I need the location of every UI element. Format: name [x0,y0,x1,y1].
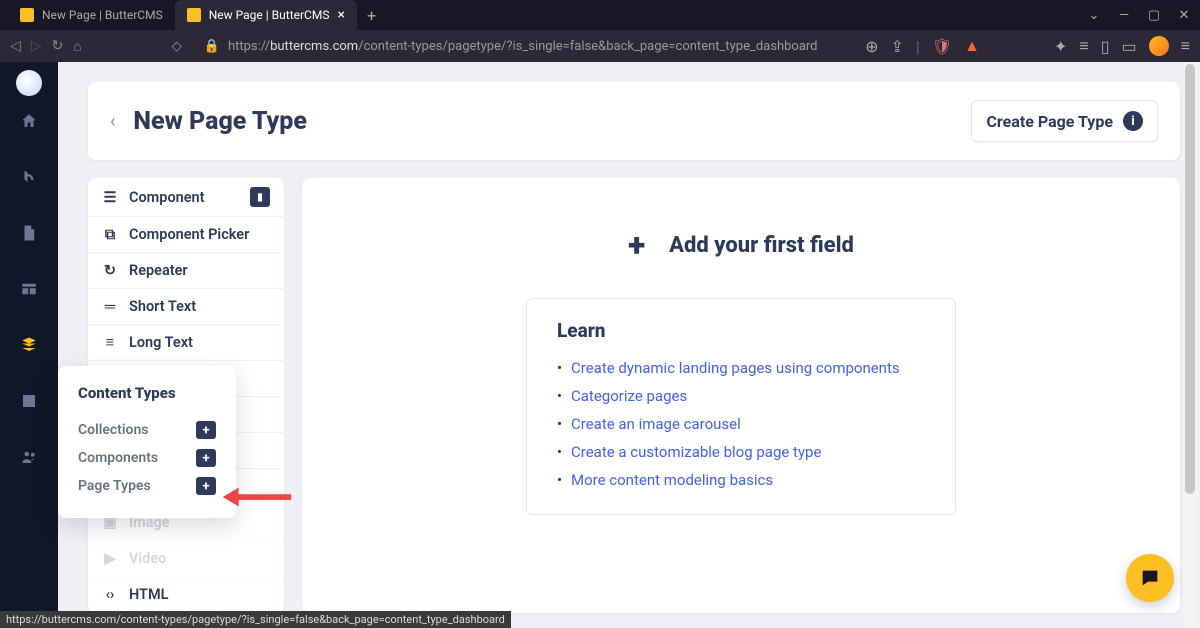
add-first-field[interactable]: + Add your first field [628,226,854,264]
reload-icon[interactable]: ↻ [52,38,64,54]
chevron-down-icon[interactable]: ⌄ [1086,8,1102,23]
extensions-icon[interactable]: ✦ [1054,37,1067,56]
back-icon[interactable]: ◁ [10,38,21,54]
info-icon: i [1123,111,1143,131]
page-title: New Page Type [133,107,307,136]
add-page-type-button[interactable]: + [196,477,216,495]
content-types-popover: Content Types Collections + Components +… [58,366,236,518]
close-window-icon[interactable]: ✕ [1176,8,1192,23]
home-icon[interactable]: ⌂ [73,38,81,55]
chat-widget[interactable] [1126,554,1174,602]
scrollbar-thumb[interactable] [1185,64,1195,494]
field-short-text[interactable]: ═Short Text [88,289,284,325]
new-tab-button[interactable]: + [357,6,386,25]
plus-icon: + [628,226,645,264]
short-text-icon: ═ [102,298,118,315]
back-button[interactable]: ‹ [110,111,115,132]
app-frame: ‹ New Page Type Create Page Type i ☰Comp… [0,62,1200,628]
annotation-arrow [218,482,293,516]
layers-icon: ☰ [102,189,118,206]
create-page-type-button[interactable]: Create Page Type i [971,100,1158,142]
long-text-icon: ≡ [102,334,118,351]
minimize-icon[interactable]: — [1116,8,1132,23]
library-icon[interactable]: ▮ [250,187,270,207]
popover-collections[interactable]: Collections + [78,416,216,444]
tab-title: New Page | ButterCMS [209,8,330,22]
popover-title: Content Types [78,384,216,402]
main-content: ‹ New Page Type Create Page Type i ☰Comp… [58,62,1200,628]
status-bar: https://buttercms.com/content-types/page… [0,611,511,628]
url-text: https://buttercms.com/content-types/page… [228,39,818,54]
repeat-icon: ↻ [102,262,118,279]
field-canvas: + Add your first field Learn Create dyna… [302,178,1180,613]
profile-avatar[interactable] [1149,36,1169,56]
field-component-picker[interactable]: ⧉Component Picker [88,217,284,253]
warning-icon[interactable]: ▲ [964,36,980,56]
learn-panel: Learn Create dynamic landing pages using… [526,298,956,515]
panel-icon[interactable]: ▯ [1101,37,1110,56]
page-icon[interactable] [20,224,38,242]
share-icon[interactable]: ⇪ [891,37,904,56]
users-icon[interactable] [20,448,38,466]
popover-components[interactable]: Components + [78,444,216,472]
favicon [20,8,34,22]
left-nav-rail [0,62,58,628]
learn-link[interactable]: Create a customizable blog page type [557,438,925,466]
bookmark-icon[interactable]: ◇ [172,39,182,54]
brand-logo[interactable] [16,70,42,96]
wallet-icon[interactable]: ▭ [1122,37,1137,56]
field-repeater[interactable]: ↻Repeater [88,253,284,289]
url-field[interactable]: ◇ 🔒 https://buttercms.com/content-types/… [172,39,855,54]
blog-icon[interactable] [20,168,38,186]
scrollbar[interactable] [1183,62,1197,628]
add-component-button[interactable]: + [196,449,216,467]
shield-icon[interactable]: 🛡 [932,37,952,56]
favicon [187,8,201,22]
toolbar-icons: ⊕ ⇪ | 🛡 ▲ ✦ ≡ ▯ ▭ ≡ [865,36,1190,56]
field-long-text[interactable]: ≡Long Text [88,325,284,361]
picker-icon: ⧉ [102,226,118,243]
tab-active[interactable]: New Page | ButterCMS × [175,0,357,30]
learn-link[interactable]: More content modeling basics [557,466,925,494]
tab-title: New Page | ButterCMS [42,8,163,22]
popover-page-types[interactable]: Page Types + [78,472,216,500]
maximize-icon[interactable]: ▢ [1146,8,1162,23]
zoom-icon[interactable]: ⊕ [865,37,878,56]
home-icon[interactable] [20,112,38,130]
media-icon[interactable] [20,392,38,410]
page-header: ‹ New Page Type Create Page Type i [88,82,1180,160]
create-button-label: Create Page Type [986,112,1113,131]
add-field-label: Add your first field [669,233,854,258]
video-icon: ▶ [102,550,118,567]
address-bar: ◁ ▷ ↻ ⌂ ◇ 🔒 https://buttercms.com/conten… [0,30,1200,62]
field-video[interactable]: ▶Video [88,541,284,577]
field-component[interactable]: ☰Component ▮ [88,178,284,217]
learn-link[interactable]: Create an image carousel [557,410,925,438]
close-tab-icon[interactable]: × [337,7,344,23]
forward-icon[interactable]: ▷ [31,38,42,54]
browser-titlebar: New Page | ButterCMS New Page | ButterCM… [0,0,1200,30]
list-icon[interactable]: ≡ [1079,36,1088,56]
code-icon: ‹› [102,586,118,603]
lock-icon: 🔒 [204,39,220,54]
learn-link[interactable]: Categorize pages [557,382,925,410]
learn-link[interactable]: Create dynamic landing pages using compo… [557,354,925,382]
field-html[interactable]: ‹›HTML [88,577,284,613]
learn-heading: Learn [557,319,925,342]
menu-icon[interactable]: ≡ [1181,36,1190,56]
content-types-icon[interactable] [20,336,38,354]
table-icon[interactable] [20,280,38,298]
tab-inactive[interactable]: New Page | ButterCMS [8,0,175,30]
add-collection-button[interactable]: + [196,421,216,439]
window-controls: ⌄ — ▢ ✕ [1086,8,1192,23]
